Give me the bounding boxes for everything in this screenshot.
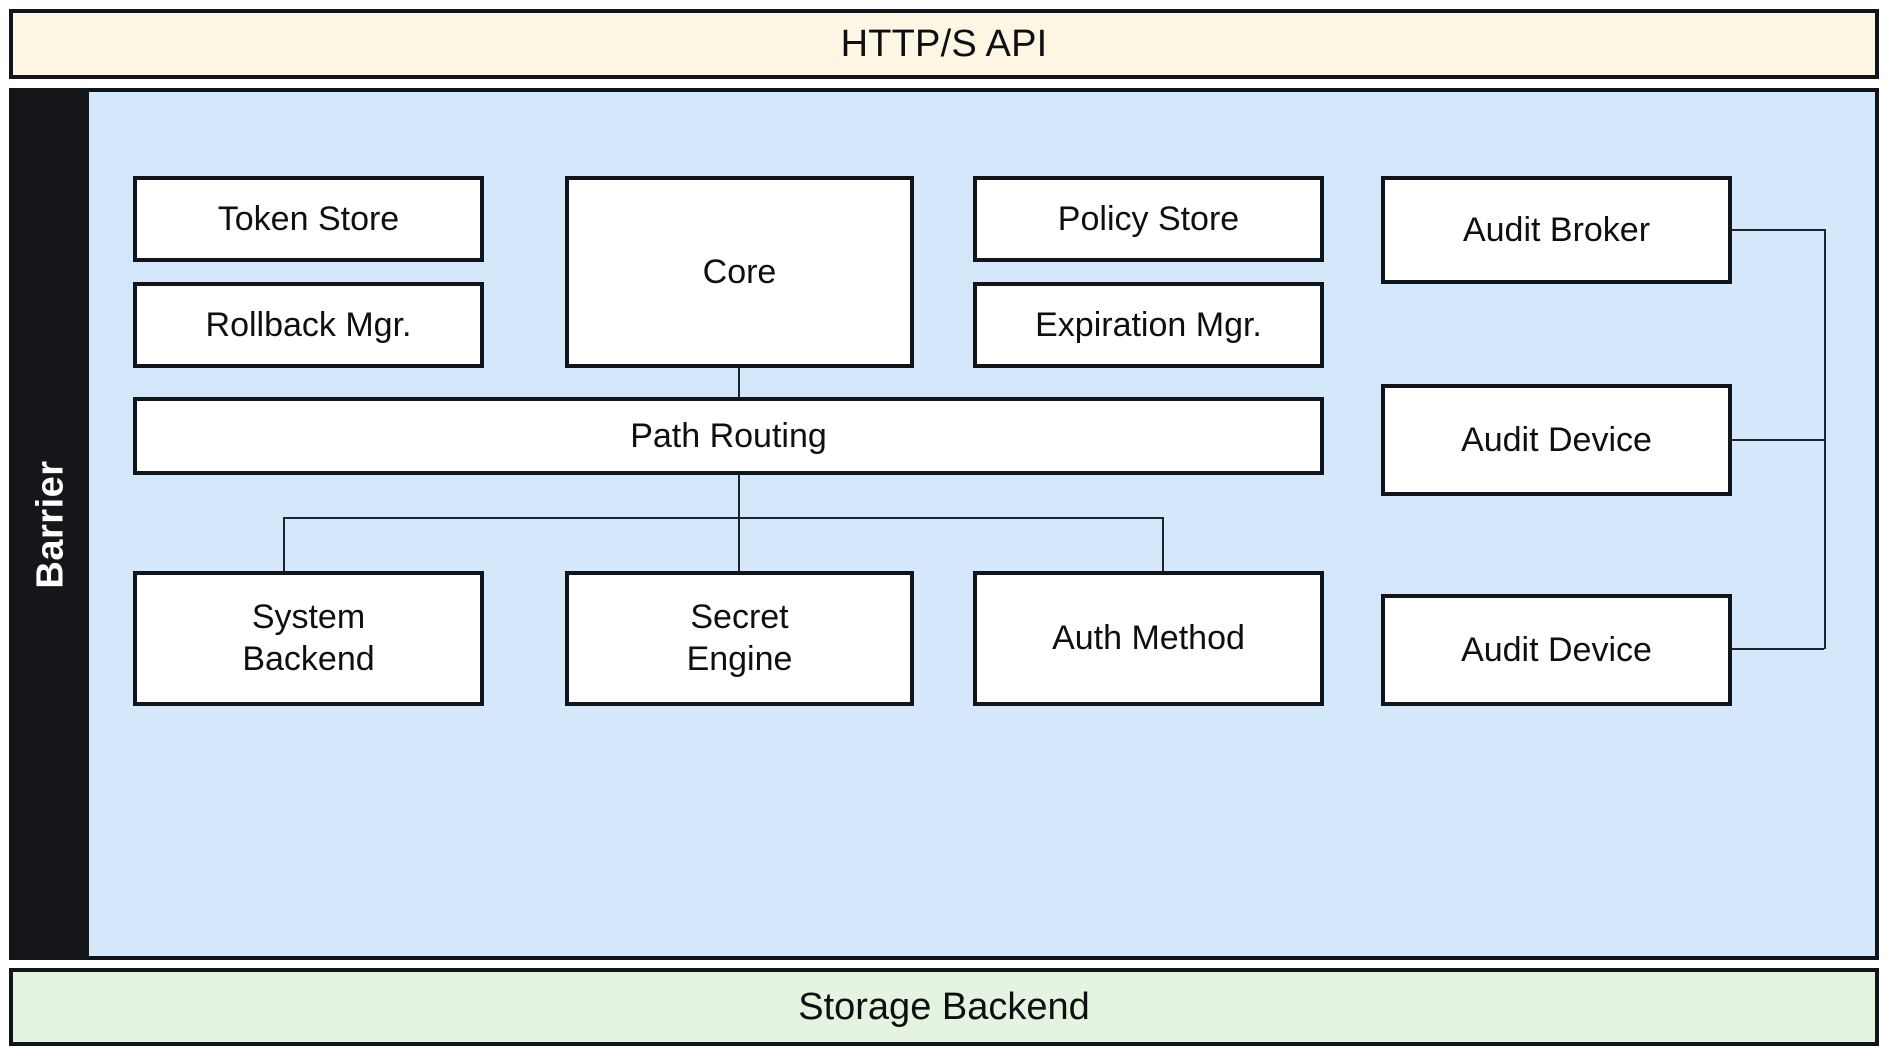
barrier-region: Barrier Token [9,88,1879,960]
node-audit-device-1[interactable]: Audit Device [1381,384,1732,496]
system-backend-label-line2: Backend [242,639,374,680]
node-path-routing[interactable]: Path Routing [133,397,1324,475]
storage-backend-label: Storage Backend [798,986,1090,1029]
node-token-store[interactable]: Token Store [133,176,484,262]
connector-fork-right-drop [1162,517,1164,573]
http-api-band: HTTP/S API [9,9,1879,79]
node-audit-device-2[interactable]: Audit Device [1381,594,1732,706]
node-secret-engine[interactable]: Secret Engine [565,571,914,706]
node-core[interactable]: Core [565,176,914,368]
system-backend-label-line1: System [242,597,374,638]
node-audit-broker[interactable]: Audit Broker [1381,176,1732,284]
node-auth-method[interactable]: Auth Method [973,571,1324,706]
node-expiration-mgr[interactable]: Expiration Mgr. [973,282,1324,368]
connector-audit-bus [1824,229,1826,649]
node-rollback-mgr[interactable]: Rollback Mgr. [133,282,484,368]
architecture-diagram: HTTP/S API Barrier [0,0,1888,1056]
secret-engine-label-line2: Engine [687,639,793,680]
storage-backend-band: Storage Backend [9,968,1879,1046]
connector-fork-left-drop [283,517,285,573]
node-policy-store[interactable]: Policy Store [973,176,1324,262]
secret-engine-label-line1: Secret [687,597,793,638]
barrier-strip: Barrier [13,92,89,956]
connector-fork-bar [283,517,1163,519]
barrier-label: Barrier [30,460,73,588]
connector-fork-middle-drop [738,517,740,573]
http-api-label: HTTP/S API [841,23,1048,66]
barrier-inner-area: Token Store Rollback Mgr. Core Policy St… [89,92,1875,956]
node-system-backend[interactable]: System Backend [133,571,484,706]
